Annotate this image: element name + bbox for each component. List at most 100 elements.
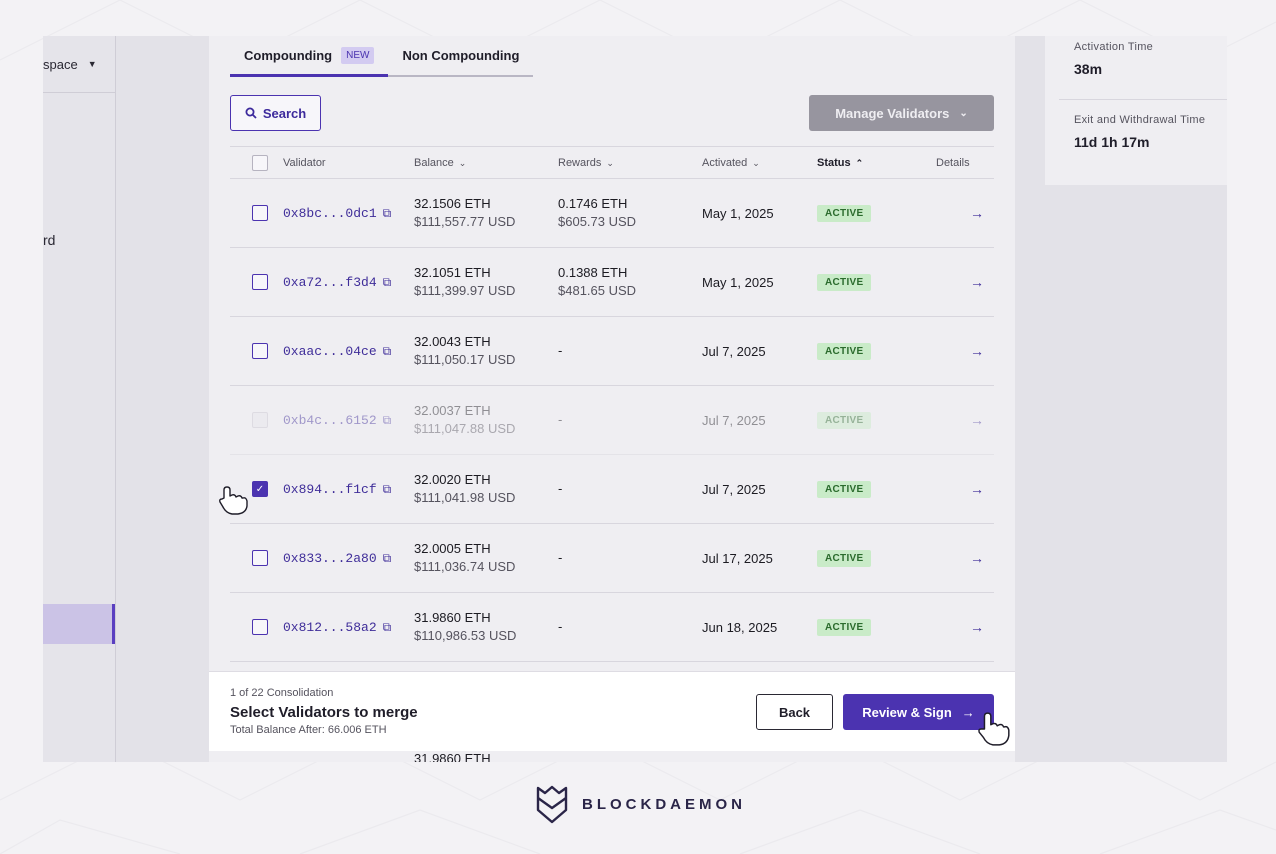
- activated-date: Jul 17, 2025: [702, 550, 773, 566]
- copy-icon[interactable]: ⧉: [383, 413, 392, 428]
- row-checkbox[interactable]: [252, 550, 268, 566]
- header-status[interactable]: Status ⌃: [817, 147, 863, 179]
- row-checkbox[interactable]: [252, 343, 268, 359]
- workspace-label: space: [43, 56, 78, 72]
- hand-cursor-icon: [219, 486, 248, 515]
- balance-usd: $111,399.97 USD: [414, 283, 516, 298]
- header-rewards-label: Rewards: [558, 157, 602, 169]
- sidebar-item-partial[interactable]: rd: [43, 232, 55, 248]
- header-rewards[interactable]: Rewards ⌄: [558, 147, 614, 179]
- activation-time-block: Activation Time 38m: [1074, 41, 1153, 77]
- copy-icon[interactable]: ⧉: [383, 551, 392, 566]
- header-activated[interactable]: Activated ⌄: [702, 147, 760, 179]
- total-balance-after: Total Balance After: 66.006 ETH: [230, 724, 387, 736]
- validator-address[interactable]: 0x894...f1cf: [283, 482, 377, 497]
- arrow-right-icon[interactable]: →: [970, 524, 984, 592]
- tab-bar: Compounding NEW Non Compounding: [230, 36, 534, 77]
- copy-icon[interactable]: ⧉: [383, 620, 392, 635]
- new-badge: NEW: [341, 46, 375, 64]
- checkmark-icon: ✓: [255, 483, 265, 495]
- brand-logo: BLOCKDAEMON: [536, 784, 746, 824]
- validator-address[interactable]: 0xaac...04ce: [283, 344, 377, 359]
- arrow-right-icon[interactable]: →: [970, 248, 984, 316]
- header-details: Details: [936, 157, 970, 169]
- rewards-eth: -: [558, 412, 563, 427]
- table-row-selected[interactable]: ✓ 0x894...f1cf ⧉ 32.0020 ETH $111,041.98 U…: [230, 455, 994, 524]
- table-row-partial: 31.9860 ETH: [209, 751, 1015, 762]
- exit-time-block: Exit and Withdrawal Time 11d 1h 17m: [1074, 114, 1205, 150]
- header-validator: Validator: [283, 157, 326, 169]
- validator-address[interactable]: 0x833...2a80: [283, 551, 377, 566]
- row-checkbox[interactable]: [252, 205, 268, 221]
- validator-address[interactable]: 0xb4c...6152: [283, 413, 377, 428]
- row-checkbox-disabled: [252, 412, 268, 428]
- row-checkbox[interactable]: [252, 274, 268, 290]
- arrow-right-icon[interactable]: →: [970, 317, 984, 385]
- activated-date: May 1, 2025: [702, 274, 774, 290]
- tab-compounding[interactable]: Compounding NEW: [230, 36, 389, 77]
- rewards-eth: 0.1746 ETH: [558, 196, 628, 211]
- balance-usd: $111,557.77 USD: [414, 214, 516, 229]
- blockdaemon-logo-icon: [536, 785, 568, 824]
- status-badge: ACTIVE: [817, 411, 872, 429]
- table-row[interactable]: 0x812...58a2 ⧉ 31.9860 ETH $110,986.53 USD…: [230, 593, 994, 662]
- activated-date: Jul 7, 2025: [702, 343, 766, 359]
- validators-table: Validator Balance ⌄ Rewards ⌄ Activated ⌄ S…: [230, 146, 994, 662]
- sidebar-item-active[interactable]: [43, 604, 115, 644]
- balance-usd: $111,050.17 USD: [414, 352, 516, 367]
- balance-eth: 32.0005 ETH: [414, 541, 491, 556]
- review-sign-button[interactable]: Review & Sign →: [843, 694, 994, 730]
- app-window: space ▼ rd Compounding NEW Non Compoundi…: [43, 36, 1227, 762]
- arrow-right-icon[interactable]: →: [970, 593, 984, 661]
- header-activated-label: Activated: [702, 157, 748, 169]
- header-balance-label: Balance: [414, 157, 454, 169]
- table-row[interactable]: 0xaac...04ce ⧉ 32.0043 ETH $111,050.17 USD…: [230, 317, 994, 386]
- activated-date: Jul 7, 2025: [702, 412, 766, 428]
- validator-address[interactable]: 0xa72...f3d4: [283, 275, 377, 290]
- status-badge: ACTIVE: [817, 204, 872, 222]
- table-header: Validator Balance ⌄ Rewards ⌄ Activated ⌄ S…: [230, 146, 994, 179]
- tab-non-compounding[interactable]: Non Compounding: [388, 36, 534, 77]
- balance-usd: $111,047.88 USD: [414, 421, 516, 436]
- back-button[interactable]: Back: [756, 694, 833, 730]
- arrow-right-icon[interactable]: →: [970, 455, 984, 523]
- arrow-right-icon[interactable]: →: [970, 179, 984, 247]
- arrow-right-icon[interactable]: →: [970, 386, 984, 454]
- sort-down-icon: ⌄: [606, 157, 614, 168]
- header-balance[interactable]: Balance ⌄: [414, 147, 466, 179]
- select-all-checkbox[interactable]: [252, 155, 268, 171]
- activated-date: Jul 7, 2025: [702, 481, 766, 497]
- status-badge: ACTIVE: [817, 273, 872, 291]
- brand-name: BLOCKDAEMON: [582, 795, 746, 813]
- copy-icon[interactable]: ⧉: [383, 482, 392, 497]
- validator-address[interactable]: 0x812...58a2: [283, 620, 377, 635]
- table-row[interactable]: 0xa72...f3d4 ⧉ 32.1051 ETH $111,399.97 USD…: [230, 248, 994, 317]
- row-checkbox[interactable]: [252, 619, 268, 635]
- search-button[interactable]: Search: [230, 95, 321, 131]
- sort-down-icon: ⌄: [752, 157, 760, 168]
- balance-eth: 31.9860 ETH: [414, 610, 491, 625]
- status-badge: ACTIVE: [817, 618, 872, 636]
- exit-time-value: 11d 1h 17m: [1074, 134, 1150, 150]
- balance-usd: $111,041.98 USD: [414, 490, 516, 505]
- row-checkbox-checked[interactable]: ✓: [252, 481, 268, 497]
- tab-compounding-label: Compounding: [244, 47, 333, 63]
- validator-address[interactable]: 0x8bc...0dc1: [283, 206, 377, 221]
- search-icon: [245, 107, 257, 119]
- sort-down-icon: ⌄: [458, 157, 467, 168]
- activation-time-value: 38m: [1074, 61, 1103, 77]
- chevron-down-icon: ⌄: [959, 107, 968, 119]
- manage-validators-button[interactable]: Manage Validators ⌄: [809, 95, 994, 131]
- balance-eth: 32.1051 ETH: [414, 265, 491, 280]
- copy-icon[interactable]: ⧉: [383, 344, 392, 359]
- divider: [1059, 99, 1227, 100]
- copy-icon[interactable]: ⧉: [383, 275, 392, 290]
- workspace-selector[interactable]: space ▼: [43, 36, 116, 93]
- rewards-eth: -: [558, 481, 563, 496]
- copy-icon[interactable]: ⧉: [383, 206, 392, 221]
- balance-eth: 32.0020 ETH: [414, 472, 491, 487]
- table-row[interactable]: 0x8bc...0dc1 ⧉ 32.1506 ETH $111,557.77 USD…: [230, 179, 994, 248]
- table-row[interactable]: 0x833...2a80 ⧉ 32.0005 ETH $111,036.74 USD…: [230, 524, 994, 593]
- activated-date: May 1, 2025: [702, 205, 774, 221]
- exit-time-label: Exit and Withdrawal Time: [1074, 114, 1206, 126]
